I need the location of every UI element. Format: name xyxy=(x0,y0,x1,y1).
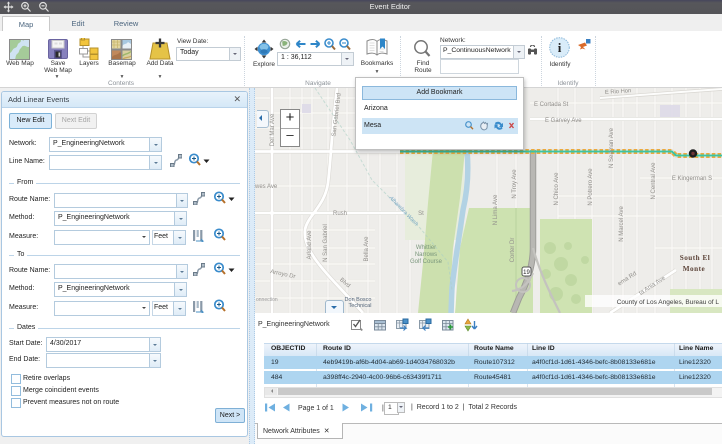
svg-text:Bella Ave: Bella Ave xyxy=(364,236,370,262)
svg-text:Whittier: Whittier xyxy=(416,245,436,251)
svg-text:N Marcel Ave: N Marcel Ave xyxy=(619,206,625,242)
svg-text:Del Mar Ave: Del Mar Ave xyxy=(270,113,276,146)
svg-text:St: St xyxy=(418,211,424,217)
svg-text:i: i xyxy=(558,40,562,55)
svg-text:Monte: Monte xyxy=(683,265,705,273)
svg-text:Narrows: Narrows xyxy=(415,252,437,258)
svg-text:Page 1 of 1: Page 1 of 1 xyxy=(298,405,334,412)
svg-text:Arland Ave: Arland Ave xyxy=(307,230,313,260)
svg-text:E Garvey Ave: E Garvey Ave xyxy=(545,118,582,124)
svg-text:Golf Course: Golf Course xyxy=(410,259,443,265)
svg-text:N Chico Ave: N Chico Ave xyxy=(554,172,560,206)
svg-text:wes Ave: wes Ave xyxy=(255,184,278,190)
svg-text:N Troy Ave: N Troy Ave xyxy=(512,169,518,199)
svg-text:E Cortada St: E Cortada St xyxy=(534,102,569,108)
svg-text:N San Gabriel: N San Gabriel xyxy=(323,224,329,262)
svg-text:South El: South El xyxy=(680,254,711,262)
svg-text:Technical: Technical xyxy=(349,303,372,309)
svg-text:E Kingerman S: E Kingerman S xyxy=(672,176,712,182)
svg-text:Corter Dr: Corter Dr xyxy=(510,238,516,263)
svg-text:Rush: Rush xyxy=(333,211,347,217)
svg-text:County of Los Angeles, Bureau: County of Los Angeles, Bureau of L xyxy=(617,299,720,306)
svg-text:N Lima Ave: N Lima Ave xyxy=(493,194,499,225)
svg-text:N Central Ave: N Central Ave xyxy=(651,162,657,200)
svg-text:19: 19 xyxy=(523,270,530,276)
svg-text:N Seaman Ave: N Seaman Ave xyxy=(609,127,615,168)
svg-text:onnection: onnection xyxy=(256,297,278,303)
svg-text:N Potrero Ave: N Potrero Ave xyxy=(588,168,594,206)
